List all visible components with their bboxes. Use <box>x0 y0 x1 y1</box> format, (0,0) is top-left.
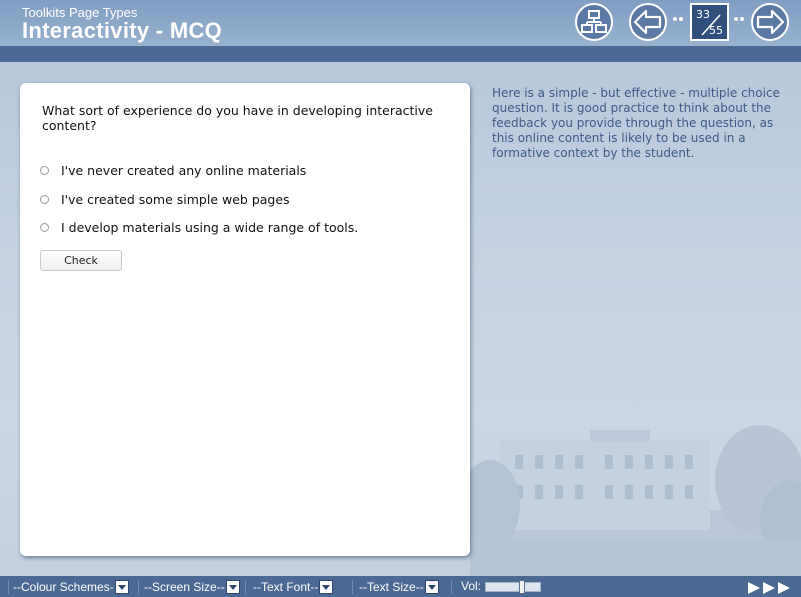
answer-option-1[interactable]: I've never created any online materials <box>40 161 306 179</box>
colour-schemes-label: --Colour Schemes- <box>13 580 114 594</box>
arrow-left-icon <box>633 9 662 35</box>
sitemap-button[interactable] <box>575 3 613 41</box>
question-text: What sort of experience do you have in d… <box>42 103 433 133</box>
answer-label: I've created some simple web pages <box>61 191 290 207</box>
text-font-select[interactable]: --Text Font-- <box>253 579 334 595</box>
play-icon[interactable] <box>747 581 761 595</box>
footer-divider <box>8 580 9 594</box>
screen-size-label: --Screen Size-- <box>144 580 225 594</box>
answer-label: I develop materials using a wide range o… <box>61 219 359 235</box>
answer-option-3[interactable]: I develop materials using a wide range o… <box>40 218 358 236</box>
text-font-label: --Text Font-- <box>253 580 319 594</box>
question-card: What sort of experience do you have in d… <box>20 83 470 556</box>
sitemap-icon <box>581 10 607 33</box>
previous-page-button[interactable] <box>629 3 667 41</box>
nav-dots-left <box>673 17 685 23</box>
radio-button[interactable] <box>40 222 49 232</box>
footer-divider <box>245 580 246 594</box>
arrow-right-icon <box>756 9 785 35</box>
background-building-image <box>470 425 801 576</box>
nav-dots-right <box>734 17 746 23</box>
page-counter: 33 55 <box>690 3 729 41</box>
check-button[interactable]: Check <box>40 250 122 271</box>
answer-option-2[interactable]: I've created some simple web pages <box>40 190 290 208</box>
dropdown-arrow-icon <box>114 580 129 594</box>
page-title: Interactivity - MCQ <box>22 18 223 43</box>
dropdown-arrow-icon <box>319 580 334 594</box>
dropdown-arrow-icon <box>225 580 240 594</box>
volume-label: Vol: <box>461 579 482 593</box>
text-size-select[interactable]: --Text Size-- <box>359 579 439 595</box>
footer-divider <box>138 580 139 594</box>
footer-divider <box>352 580 353 594</box>
side-note: Here is a simple - but effective - multi… <box>492 86 780 160</box>
text-size-label: --Text Size-- <box>359 580 424 594</box>
header-bar: Toolkits Page Types Interactivity - MCQ … <box>0 0 801 46</box>
volume-slider-thumb[interactable] <box>519 580 525 594</box>
screen-size-select[interactable]: --Screen Size-- <box>144 579 240 595</box>
next-page-button[interactable] <box>751 3 789 41</box>
current-page-number: 33 <box>696 8 710 21</box>
volume-slider[interactable] <box>485 580 541 594</box>
footer-toolbar: --Colour Schemes- --Screen Size-- --Text… <box>0 576 801 597</box>
answer-label: I've never created any online materials <box>61 162 307 178</box>
colour-schemes-select[interactable]: --Colour Schemes- <box>13 579 129 595</box>
radio-button[interactable] <box>40 194 49 204</box>
play-icon[interactable] <box>777 581 791 595</box>
footer-divider <box>451 580 452 594</box>
play-icon[interactable] <box>762 581 776 595</box>
total-pages-number: 55 <box>709 24 723 37</box>
header-divider-bar <box>0 46 801 62</box>
dropdown-arrow-icon <box>424 580 439 594</box>
radio-button[interactable] <box>40 165 49 175</box>
